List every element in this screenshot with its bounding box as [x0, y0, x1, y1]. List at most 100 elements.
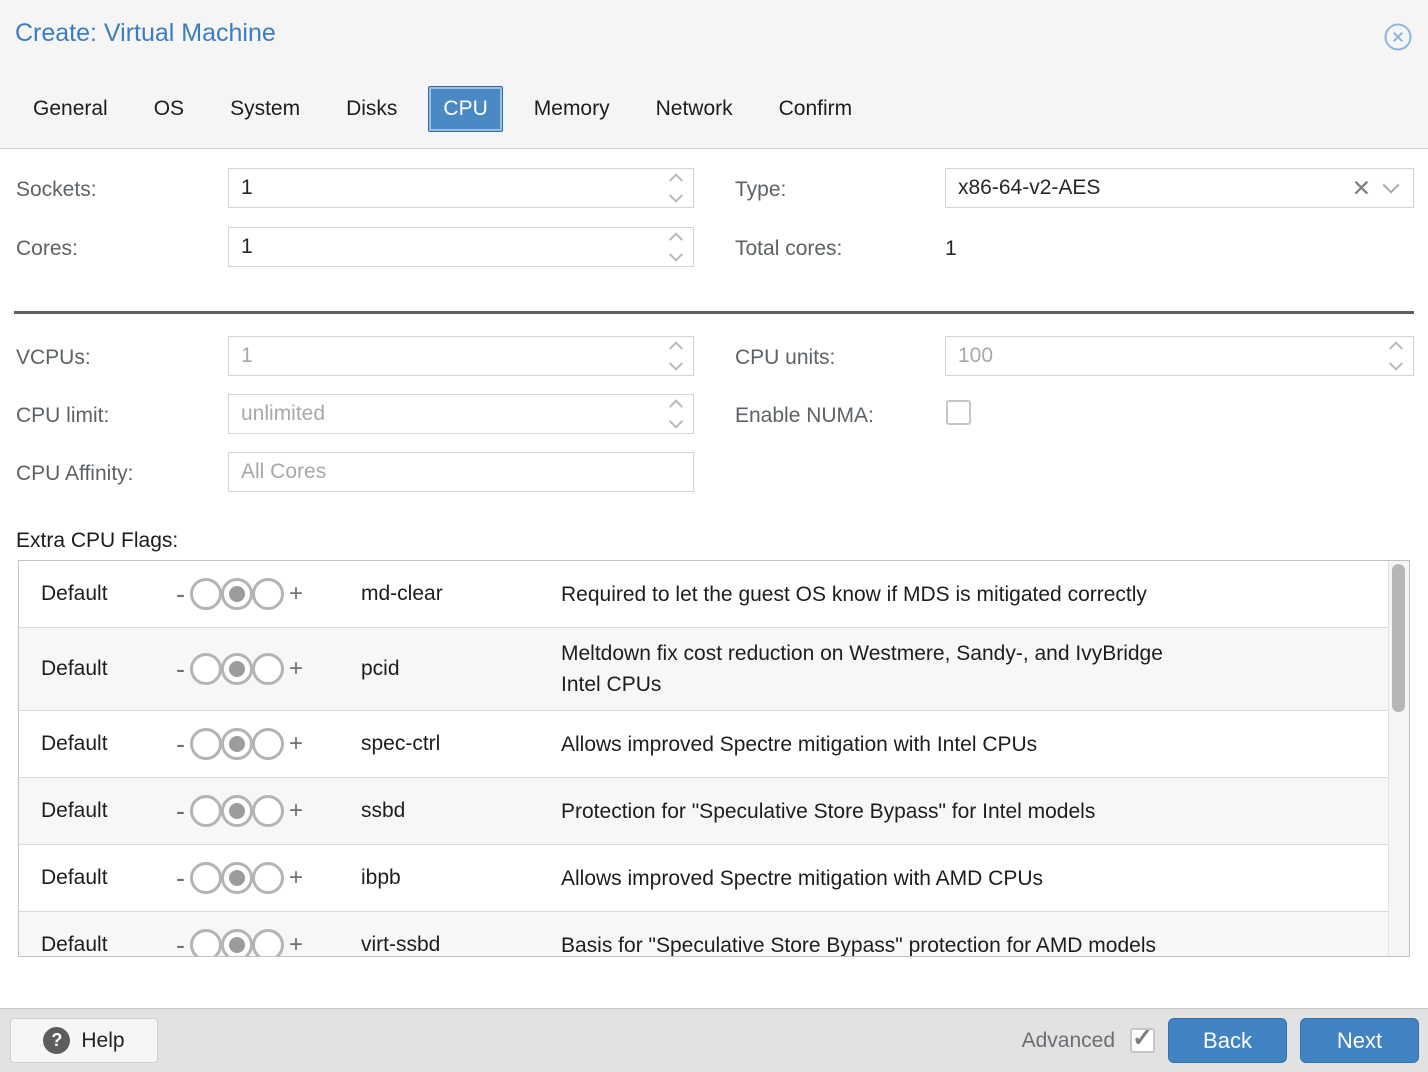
- slider-default-option[interactable]: [221, 578, 253, 610]
- slider-default-option[interactable]: [221, 862, 253, 894]
- cpu-flag-row: Default - + virt-ssbd Basis for "Specula…: [19, 912, 1388, 957]
- cores-spinner: [671, 233, 681, 261]
- extra-cpu-flags-label: Extra CPU Flags:: [16, 529, 178, 553]
- flag-description: Required to let the guest OS know if MDS…: [561, 579, 1388, 610]
- slider-minus-label: -: [176, 930, 185, 958]
- cpu-units-label: CPU units:: [735, 346, 835, 370]
- slider-plus-label: +: [289, 864, 303, 892]
- cpu-affinity-field: [228, 452, 694, 492]
- flag-name: md-clear: [361, 582, 561, 606]
- chevron-down-icon[interactable]: [1383, 177, 1400, 194]
- slider-on-option[interactable]: [252, 929, 284, 957]
- sockets-label: Sockets:: [16, 178, 97, 202]
- cpu-units-spinner: [1391, 342, 1401, 370]
- sockets-spinner: [671, 174, 681, 202]
- tab[interactable]: CPU: [428, 86, 502, 132]
- next-button[interactable]: Next: [1300, 1018, 1419, 1063]
- slider-off-option[interactable]: [190, 728, 222, 760]
- vcpus-spinner: [671, 342, 681, 370]
- slider-on-option[interactable]: [252, 578, 284, 610]
- slider-minus-label: -: [176, 579, 185, 610]
- scrollbar-thumb[interactable]: [1392, 564, 1405, 712]
- slider-plus-label: +: [289, 655, 303, 683]
- enable-numa-label: Enable NUMA:: [735, 404, 874, 428]
- cpu-affinity-input[interactable]: [241, 460, 681, 484]
- flag-tristate-slider: - +: [176, 795, 361, 827]
- tab[interactable]: General: [18, 86, 123, 132]
- slider-off-option[interactable]: [190, 578, 222, 610]
- flag-tristate-slider: - +: [176, 862, 361, 894]
- spinner-up-icon[interactable]: [669, 232, 683, 246]
- cpu-flag-row: Default - + pcid Meltdown fix cost reduc…: [19, 628, 1388, 711]
- tab[interactable]: Disks: [331, 86, 412, 132]
- spinner-down-icon[interactable]: [669, 189, 683, 203]
- slider-off-option[interactable]: [190, 862, 222, 894]
- cpu-type-combobox: ✕: [945, 168, 1414, 208]
- slider-on-option[interactable]: [252, 653, 284, 685]
- slider-on-option[interactable]: [252, 795, 284, 827]
- scrollbar[interactable]: [1388, 561, 1409, 956]
- spinner-up-icon[interactable]: [669, 173, 683, 187]
- advanced-label: Advanced: [1022, 1029, 1115, 1053]
- tab-label: Confirm: [779, 97, 853, 120]
- clear-icon[interactable]: ✕: [1352, 177, 1371, 200]
- cpu-limit-input[interactable]: [241, 402, 663, 426]
- sockets-input[interactable]: [241, 176, 663, 200]
- tab[interactable]: Memory: [519, 86, 625, 132]
- flag-tristate-slider: - +: [176, 653, 361, 685]
- dialog-header: Create: Virtual Machine General OS Syste…: [0, 0, 1428, 149]
- slider-plus-label: +: [289, 797, 303, 825]
- slider-plus-label: +: [289, 931, 303, 957]
- flag-state-label: Default: [41, 799, 176, 823]
- flag-name: virt-ssbd: [361, 933, 561, 957]
- enable-numa-checkbox[interactable]: [946, 400, 971, 425]
- spinner-down-icon[interactable]: [669, 415, 683, 429]
- help-button[interactable]: ? Help: [10, 1018, 158, 1063]
- cpu-limit-spinner: [671, 400, 681, 428]
- cores-input[interactable]: [241, 235, 663, 259]
- flag-name: pcid: [361, 657, 561, 681]
- tab-label: Disks: [346, 97, 397, 120]
- spinner-down-icon[interactable]: [1389, 357, 1403, 371]
- slider-default-option[interactable]: [221, 929, 253, 957]
- flag-description: Allows improved Spectre mitigation with …: [561, 729, 1388, 760]
- flag-description: Allows improved Spectre mitigation with …: [561, 863, 1388, 894]
- spinner-down-icon[interactable]: [669, 357, 683, 371]
- spinner-up-icon[interactable]: [669, 399, 683, 413]
- tab[interactable]: Network: [641, 86, 748, 132]
- slider-default-option[interactable]: [221, 653, 253, 685]
- slider-on-option[interactable]: [252, 862, 284, 894]
- vcpus-input[interactable]: [241, 344, 663, 368]
- footer-actions: Advanced ✓ Back Next: [1022, 1018, 1419, 1063]
- tab[interactable]: Confirm: [764, 86, 868, 132]
- flag-state-label: Default: [41, 657, 176, 681]
- slider-off-option[interactable]: [190, 795, 222, 827]
- check-icon: ✓: [1132, 1026, 1153, 1051]
- flag-name: ssbd: [361, 799, 561, 823]
- spinner-down-icon[interactable]: [669, 248, 683, 262]
- slider-default-option[interactable]: [221, 795, 253, 827]
- cpu-type-label: Type:: [735, 178, 786, 202]
- slider-off-option[interactable]: [190, 929, 222, 957]
- slider-on-option[interactable]: [252, 728, 284, 760]
- flag-state-label: Default: [41, 933, 176, 957]
- total-cores-value: 1: [945, 237, 957, 261]
- tab[interactable]: OS: [139, 86, 199, 132]
- spinner-up-icon[interactable]: [1389, 341, 1403, 355]
- close-icon: [1383, 22, 1413, 52]
- tab-label: General: [33, 97, 108, 120]
- back-button[interactable]: Back: [1168, 1018, 1287, 1063]
- cpu-type-input[interactable]: [958, 176, 1346, 200]
- cpu-units-input[interactable]: [958, 344, 1383, 368]
- slider-default-option[interactable]: [221, 728, 253, 760]
- advanced-checkbox[interactable]: ✓: [1130, 1028, 1155, 1053]
- total-cores-label: Total cores:: [735, 237, 842, 261]
- flag-name: ibpb: [361, 866, 561, 890]
- tab[interactable]: System: [215, 86, 315, 132]
- spinner-up-icon[interactable]: [669, 341, 683, 355]
- flag-description: Meltdown fix cost reduction on Westmere,…: [561, 638, 1388, 700]
- close-button[interactable]: [1383, 22, 1413, 52]
- slider-plus-label: +: [289, 730, 303, 758]
- slider-off-option[interactable]: [190, 653, 222, 685]
- flag-description: Protection for "Speculative Store Bypass…: [561, 796, 1388, 827]
